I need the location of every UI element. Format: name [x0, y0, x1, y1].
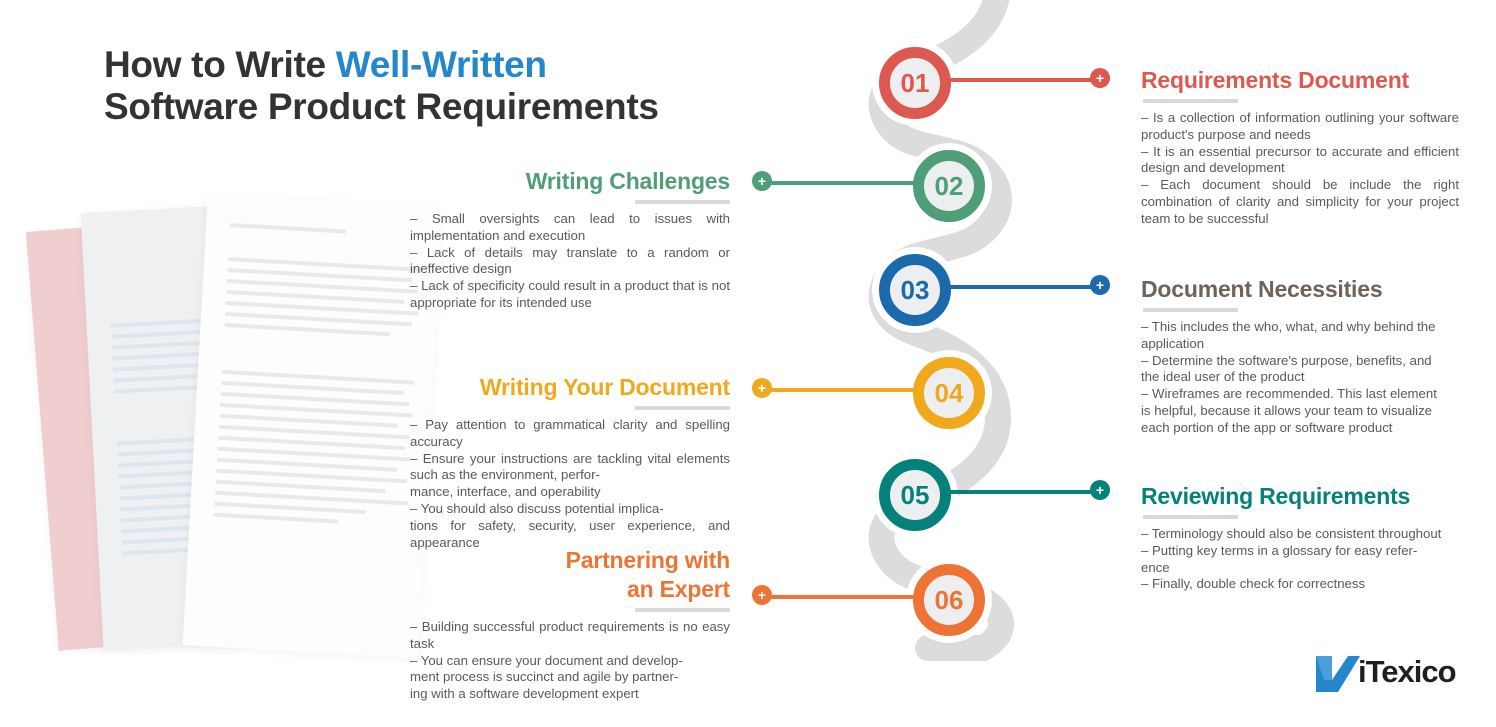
content-block-06: Partnering with an Expert – Building suc… — [410, 546, 730, 703]
content-block-01: Requirements Document – Is a collection … — [1141, 66, 1459, 228]
block-heading-01: Requirements Document — [1141, 67, 1410, 93]
logo-text: iTexico — [1358, 654, 1457, 689]
heading-underline-04 — [635, 406, 730, 410]
step-circle-03[interactable]: 03 — [879, 254, 951, 326]
plus-icon-01[interactable]: + — [1090, 68, 1110, 88]
connector-line-02 — [770, 181, 916, 185]
block-body-01: – Is a collection of information outlini… — [1141, 110, 1459, 226]
heading-underline-03 — [1143, 308, 1238, 312]
content-block-03: Document Necessities – This includes the… — [1141, 275, 1441, 437]
plus-icon-06[interactable]: + — [752, 585, 772, 605]
content-block-04: Writing Your Document – Pay attention to… — [410, 373, 730, 551]
title-line-1: How to Write Well-Written — [104, 44, 744, 86]
heading-underline-01 — [1143, 99, 1238, 103]
connector-line-03 — [946, 285, 1096, 289]
plus-icon-03[interactable]: + — [1090, 275, 1110, 295]
step-number-03: 03 — [900, 275, 930, 305]
step-number-05: 05 — [900, 480, 930, 510]
itexico-logo: iTexico — [1312, 648, 1462, 696]
step-circle-02[interactable]: 02 — [913, 150, 985, 222]
step-number-06: 06 — [934, 585, 964, 615]
heading-underline-05 — [1143, 515, 1238, 519]
paper-text-lines-group — [213, 369, 415, 535]
block-heading-06: Partnering with an Expert — [565, 547, 731, 602]
block-body-03: – This includes the who, what, and why b… — [1141, 319, 1437, 435]
block-body-04: – Pay attention to grammatical clarity a… — [410, 417, 730, 550]
block-heading-04: Writing Your Document — [479, 374, 730, 400]
content-block-02: Writing Challenges – Small oversights ca… — [410, 167, 730, 312]
infographic-canvas: How to Write Well-Written Software Produ… — [0, 0, 1496, 727]
block-body-05: – Terminology should also be consistent … — [1141, 526, 1442, 592]
title-text-accent: Well-Written — [335, 44, 547, 85]
page-title: How to Write Well-Written Software Produ… — [104, 44, 744, 128]
paper-text-lines-group — [229, 223, 423, 245]
block-heading-05: Reviewing Requirements — [1141, 483, 1411, 509]
plus-icon-05[interactable]: + — [1090, 480, 1110, 500]
step-circle-06[interactable]: 06 — [913, 564, 985, 636]
step-circle-04[interactable]: 04 — [913, 357, 985, 429]
plus-icon-04[interactable]: + — [752, 378, 772, 398]
plus-icon-02[interactable]: + — [752, 171, 772, 191]
step-number-04: 04 — [934, 378, 964, 408]
step-number-01: 01 — [900, 68, 930, 98]
document-stack-illustration — [25, 193, 450, 675]
heading-underline-02 — [635, 200, 730, 204]
connector-line-06 — [770, 595, 916, 599]
step-number-02: 02 — [934, 171, 964, 201]
title-line-2: Software Product Requirements — [104, 86, 659, 127]
connector-line-05 — [946, 490, 1096, 494]
block-heading-02: Writing Challenges — [525, 168, 730, 194]
block-body-06: – Building successful product requiremen… — [410, 619, 730, 702]
step-circle-01[interactable]: 01 — [879, 47, 951, 119]
logo-mark-icon — [1316, 656, 1360, 692]
heading-underline-06 — [635, 608, 730, 612]
content-block-05: Reviewing Requirements – Terminology sho… — [1141, 482, 1451, 593]
title-text-primary: How to Write — [104, 44, 336, 85]
step-circle-05[interactable]: 05 — [879, 459, 951, 531]
paper-sheet-front — [182, 193, 443, 659]
block-body-02: – Small oversights can lead to issues wi… — [410, 211, 730, 310]
connector-line-01 — [946, 78, 1096, 82]
connector-line-04 — [770, 388, 916, 392]
block-heading-03: Document Necessities — [1141, 276, 1383, 302]
paper-text-lines-group — [224, 257, 421, 345]
